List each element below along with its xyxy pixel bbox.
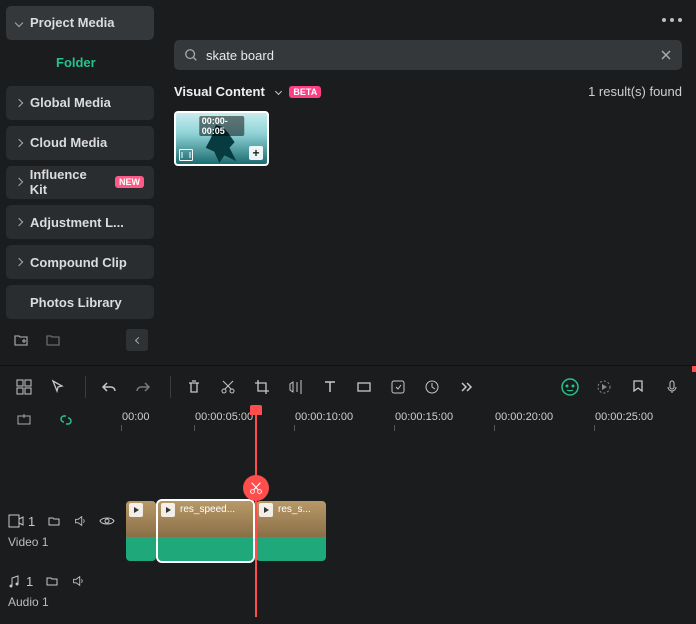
voiceover-icon[interactable] — [658, 373, 686, 401]
clip-play-icon — [129, 503, 143, 517]
effects-icon[interactable] — [384, 373, 412, 401]
render-icon[interactable] — [590, 373, 618, 401]
timeline-toolbar — [0, 365, 696, 407]
sidebar-item-adjustment-layer[interactable]: Adjustment L... — [6, 205, 154, 239]
track-number: 1 — [26, 574, 33, 589]
sidebar-label: Project Media — [30, 15, 115, 30]
split-clip-button[interactable] — [243, 475, 269, 501]
cut-icon[interactable] — [214, 373, 242, 401]
search-input[interactable] — [206, 48, 652, 63]
tick: 00:00:20:00 — [495, 411, 553, 423]
tick: 00:00:25:00 — [595, 411, 653, 423]
delete-icon[interactable] — [180, 373, 208, 401]
chevron-right-icon — [15, 138, 23, 146]
folder-icon[interactable] — [44, 331, 62, 349]
tick: 00:00 — [122, 411, 150, 423]
add-track-icon[interactable] — [10, 406, 38, 434]
selection-tool-icon[interactable] — [44, 373, 72, 401]
video-track-header[interactable]: 1 Video 1 — [0, 514, 120, 549]
tick: 00:00:10:00 — [295, 411, 353, 423]
sidebar-item-global-media[interactable]: Global Media — [6, 86, 154, 120]
sidebar-label: Folder — [56, 55, 96, 70]
crop-icon[interactable] — [248, 373, 276, 401]
collapse-sidebar-button[interactable] — [126, 329, 148, 351]
chevron-right-icon — [15, 178, 23, 186]
mute-icon[interactable] — [71, 574, 85, 588]
add-to-timeline-button[interactable]: + — [249, 146, 263, 160]
clip-play-icon — [161, 503, 175, 517]
search-bar — [174, 40, 682, 70]
more-options-button[interactable] — [662, 18, 682, 22]
media-browser: Visual Content BETA 1 result(s) found 00… — [160, 0, 696, 365]
filter-dropdown[interactable]: Visual Content — [174, 84, 281, 99]
chevron-right-icon — [15, 98, 23, 106]
chevron-down-icon — [275, 88, 282, 95]
link-icon[interactable] — [52, 406, 80, 434]
redo-icon[interactable] — [129, 373, 157, 401]
track-label: Audio 1 — [8, 595, 120, 609]
results-count: 1 result(s) found — [588, 84, 682, 99]
track-menu-icon[interactable] — [45, 575, 59, 587]
more-tools-icon[interactable] — [452, 373, 480, 401]
timeline-ruler[interactable]: 00:00 00:00:05:00 00:00:10:00 00:00:15:0… — [0, 407, 696, 433]
track-menu-icon[interactable] — [47, 515, 61, 527]
sidebar-item-compound-clip[interactable]: Compound Clip — [6, 245, 154, 279]
frame-icon[interactable] — [350, 373, 378, 401]
timeline: 00:00 00:00:05:00 00:00:10:00 00:00:15:0… — [0, 407, 696, 617]
chevron-down-icon — [15, 19, 23, 27]
ai-assistant-icon[interactable] — [556, 373, 584, 401]
undo-icon[interactable] — [95, 373, 123, 401]
audio-track-icon — [8, 574, 22, 588]
playhead[interactable] — [255, 407, 257, 617]
video-track: 1 Video 1 res_speed... res_s... — [0, 497, 696, 565]
sidebar-label: Compound Clip — [30, 255, 127, 270]
media-thumbnail[interactable]: 00:00-00:05 + — [174, 111, 269, 166]
audio-track-content[interactable] — [120, 565, 696, 617]
layout-icon[interactable] — [10, 373, 38, 401]
marker-icon[interactable] — [624, 373, 652, 401]
thumbnail-timecode: 00:00-00:05 — [199, 116, 245, 136]
video-clip[interactable]: res_s... — [256, 501, 326, 561]
visibility-icon[interactable] — [99, 515, 115, 527]
search-icon — [184, 48, 198, 62]
video-track-content[interactable]: res_speed... res_s... — [120, 497, 696, 565]
text-icon[interactable] — [316, 373, 344, 401]
sidebar-item-project-media[interactable]: Project Media — [6, 6, 154, 40]
track-label: Video 1 — [8, 535, 120, 549]
media-sidebar: Project Media Folder Global Media Cloud … — [0, 0, 160, 365]
speed-icon[interactable] — [418, 373, 446, 401]
add-folder-icon[interactable] — [12, 331, 30, 349]
video-track-icon — [8, 514, 24, 528]
sidebar-label: Adjustment L... — [30, 215, 124, 230]
track-number: 1 — [28, 514, 35, 529]
beta-badge: BETA — [289, 86, 321, 98]
clip-label: res_speed... — [180, 504, 235, 515]
sidebar-item-folder[interactable]: Folder — [6, 46, 154, 80]
warning-indicator — [692, 366, 696, 372]
sidebar-label: Cloud Media — [30, 135, 107, 150]
clip-play-icon — [259, 503, 273, 517]
sidebar-item-cloud-media[interactable]: Cloud Media — [6, 126, 154, 160]
audio-track-header[interactable]: 1 Audio 1 — [0, 574, 120, 609]
clip-type-icon — [179, 149, 193, 161]
sidebar-item-photos-library[interactable]: Photos Library — [6, 285, 154, 319]
video-clip-selected[interactable]: res_speed... — [158, 501, 253, 561]
sidebar-label: Influence Kit — [30, 167, 103, 197]
new-badge: NEW — [115, 176, 144, 188]
chevron-left-icon — [134, 336, 141, 343]
tick: 00:00:15:00 — [395, 411, 453, 423]
sidebar-label: Photos Library — [30, 295, 122, 310]
clip-label: res_s... — [278, 504, 311, 515]
chevron-right-icon — [15, 258, 23, 266]
clear-search-icon[interactable] — [660, 49, 672, 61]
sidebar-item-influence-kit[interactable]: Influence Kit NEW — [6, 166, 154, 200]
sidebar-label: Global Media — [30, 95, 111, 110]
audio-track: 1 Audio 1 — [0, 565, 696, 617]
audio-icon[interactable] — [282, 373, 310, 401]
video-clip[interactable] — [126, 501, 156, 561]
chevron-right-icon — [15, 218, 23, 226]
mute-icon[interactable] — [73, 514, 87, 528]
tick: 00:00:05:00 — [195, 411, 253, 423]
